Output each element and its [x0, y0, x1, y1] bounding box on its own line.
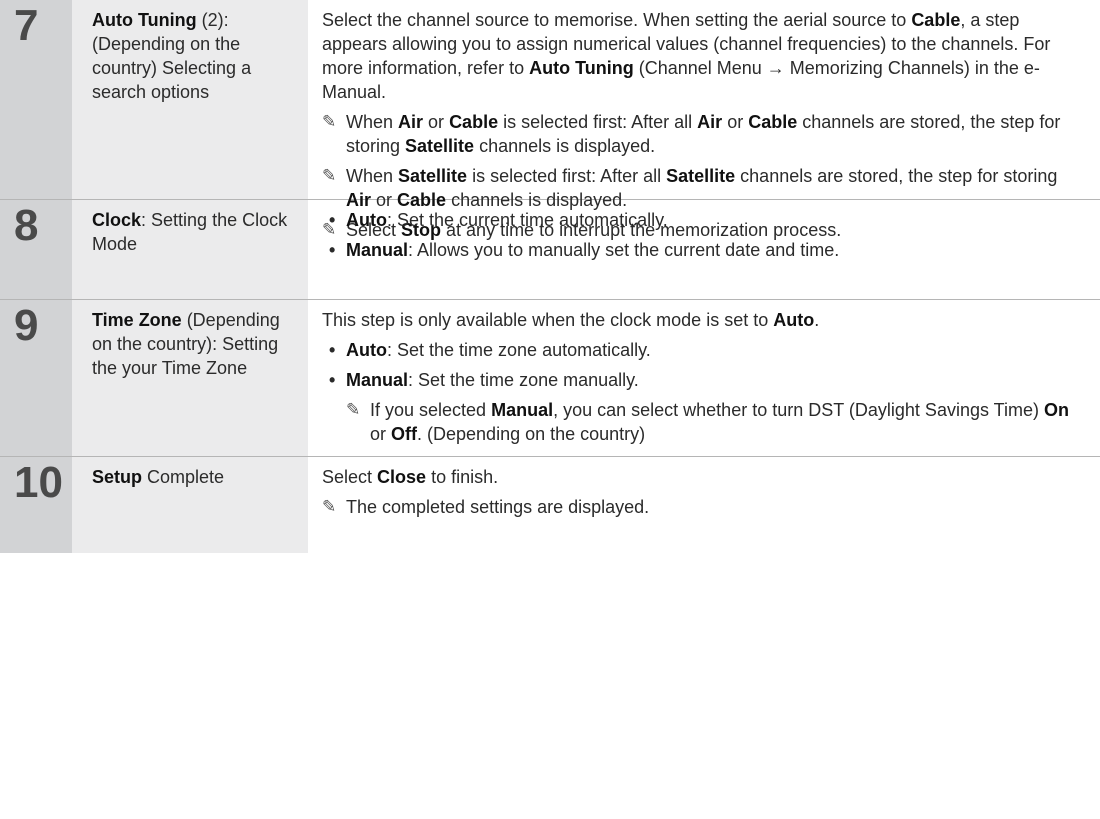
step-number: 10 [0, 457, 72, 553]
step-row-7: 7 Auto Tuning (2): (Depending on the cou… [0, 0, 1100, 240]
bullet-dot: • [329, 210, 336, 230]
step-description: • Auto: Set the current time automatical… [308, 200, 1100, 299]
list-item: • Auto: Set the current time automatical… [329, 210, 668, 230]
note-item: ✎ When Satellite is selected first: Afte… [322, 166, 1058, 210]
step-row-10: 10 Setup Complete Select Close to finish… [0, 456, 1100, 553]
note-item: ✎ If you selected Manual, you can select… [346, 400, 1069, 444]
step-number: 9 [0, 300, 72, 456]
description-text: Select Close to finish. [322, 467, 499, 487]
description-text: Select the channel source to memorise. W… [322, 10, 1051, 102]
description-text: This step is only available when the clo… [322, 310, 820, 330]
note-item: ✎ When Air or Cable is selected first: A… [322, 112, 1061, 156]
step-row-8: 8 Clock: Setting the Clock Mode • Auto: … [0, 199, 1100, 299]
step-title: Time Zone (Depending on the country): Se… [72, 300, 308, 456]
pencil-note-icon: ✎ [322, 166, 337, 185]
note-item: ✎ The completed settings are displayed. [322, 497, 650, 517]
step-title: Clock: Setting the Clock Mode [72, 200, 308, 299]
list-item: • Auto: Set the time zone automatically. [329, 340, 651, 360]
bullet-dot: • [329, 340, 336, 360]
list-item: • Manual: Allows you to manually set the… [329, 240, 840, 260]
bullet-dot: • [329, 370, 336, 390]
step-title: Setup Complete [72, 457, 308, 553]
pencil-note-icon: ✎ [322, 497, 337, 516]
step-number: 8 [0, 200, 72, 299]
bullet-dot: • [329, 240, 336, 260]
pencil-note-icon: ✎ [322, 112, 337, 131]
step-title: Auto Tuning (2): (Depending on the count… [72, 0, 308, 199]
step-description: This step is only available when the clo… [308, 300, 1100, 456]
step-description: Select Close to finish. ✎ The completed … [308, 457, 1100, 553]
list-item: • Manual: Set the time zone manually. [329, 370, 639, 390]
pencil-note-icon: ✎ [346, 400, 361, 419]
step-description: Select the channel source to memorise. W… [308, 0, 1100, 240]
step-number: 7 [0, 0, 72, 199]
step-row-9: 9 Time Zone (Depending on the country): … [0, 299, 1100, 456]
